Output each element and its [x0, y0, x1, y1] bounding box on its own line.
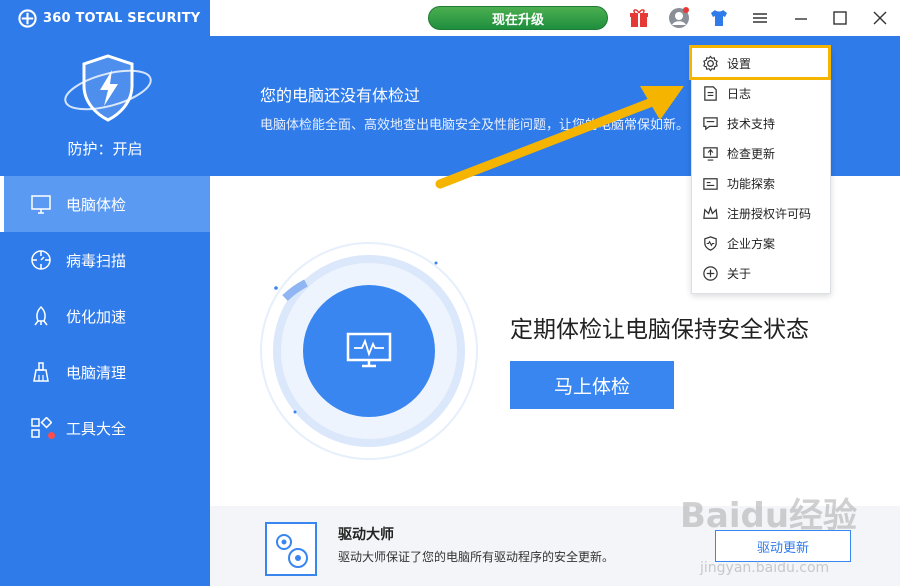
- update-icon: [703, 146, 718, 161]
- sidebar: 360 TOTAL SECURITY 防护：开启 电脑体检 病毒扫描 优化加速 …: [0, 0, 210, 586]
- banner-subtitle: 电脑体检能全面、高效地查出电脑安全及性能问题，让您的电脑常保如新。: [260, 118, 690, 133]
- settings-dropdown-menu: 设置 日志 技术支持 检查更新 功能探索 注册授权许可码 企业方案 关于: [691, 47, 831, 294]
- menu-item-enterprise[interactable]: 企业方案: [692, 228, 830, 258]
- skin-shirt-icon[interactable]: [708, 7, 730, 29]
- watermark: Baidu经验: [680, 496, 858, 536]
- driver-card-description: 驱动大师保证了您的电脑所有驱动程序的安全更新。: [338, 550, 615, 564]
- sidebar-item-tools[interactable]: 工具大全: [0, 400, 210, 456]
- notification-dot: [48, 432, 55, 439]
- crown-icon: [703, 205, 718, 219]
- user-avatar-icon[interactable]: [668, 7, 690, 29]
- support-chat-icon: [703, 116, 718, 130]
- close-icon[interactable]: [869, 7, 891, 29]
- menu-item-tech-support[interactable]: 技术支持: [692, 108, 830, 138]
- log-icon: [704, 85, 717, 101]
- shield-lightning-icon: [64, 54, 152, 122]
- enterprise-shield-icon: [704, 235, 717, 251]
- menu-item-label: 功能探索: [727, 176, 776, 191]
- checkup-headline: 定期体检让电脑保持安全状态: [510, 317, 809, 343]
- menu-item-label: 日志: [727, 86, 752, 101]
- minimize-icon[interactable]: [790, 7, 812, 29]
- start-checkup-button[interactable]: 马上体检: [510, 361, 674, 409]
- broom-icon: [33, 362, 49, 382]
- explore-icon: [703, 177, 718, 190]
- menu-item-explore-features[interactable]: 功能探索: [692, 168, 830, 198]
- highlight-box: [689, 45, 831, 80]
- sidebar-nav: 电脑体检 病毒扫描 优化加速 电脑清理 工具大全: [0, 176, 210, 456]
- app-logo-icon: [18, 8, 37, 28]
- rocket-icon: [34, 305, 48, 326]
- menu-item-log[interactable]: 日志: [692, 78, 830, 108]
- app-title: 360 TOTAL SECURITY: [43, 10, 201, 26]
- sidebar-item-virus-scan[interactable]: 病毒扫描: [0, 232, 210, 288]
- driver-card-title: 驱动大师: [338, 527, 394, 543]
- sidebar-item-label: 病毒扫描: [66, 251, 127, 270]
- sidebar-item-label: 优化加速: [66, 307, 127, 326]
- title-bar: 现在升级: [210, 0, 900, 36]
- banner-title: 您的电脑还没有体检过: [260, 86, 421, 105]
- scan-icon: [31, 250, 51, 270]
- protection-status: 防护：开启: [67, 140, 143, 158]
- menu-item-label: 关于: [727, 266, 752, 281]
- watermark-url: jingyan.baidu.com: [700, 560, 830, 576]
- menu-item-check-update[interactable]: 检查更新: [692, 138, 830, 168]
- menu-icon[interactable]: [749, 7, 771, 29]
- menu-item-label: 企业方案: [727, 236, 776, 251]
- monitor-pulse-icon: [346, 332, 392, 368]
- menu-item-label: 技术支持: [727, 116, 776, 131]
- driver-gear-icon: [265, 522, 317, 576]
- monitor-icon: [31, 195, 51, 214]
- sidebar-item-label: 工具大全: [66, 419, 127, 438]
- menu-item-license[interactable]: 注册授权许可码: [692, 198, 830, 228]
- sidebar-item-speedup[interactable]: 优化加速: [0, 288, 210, 344]
- maximize-icon[interactable]: [829, 7, 851, 29]
- menu-item-label: 检查更新: [727, 146, 776, 161]
- menu-item-label: 注册授权许可码: [727, 206, 812, 221]
- about-icon: [703, 265, 718, 281]
- app-brand: 360 TOTAL SECURITY: [18, 8, 200, 28]
- sidebar-item-pc-checkup[interactable]: 电脑体检: [0, 176, 210, 232]
- gift-icon[interactable]: [628, 7, 650, 29]
- upgrade-button[interactable]: 现在升级: [428, 6, 608, 30]
- sidebar-item-label: 电脑体检: [66, 195, 127, 214]
- sidebar-item-label: 电脑清理: [66, 363, 127, 382]
- sidebar-item-cleanup[interactable]: 电脑清理: [0, 344, 210, 400]
- menu-item-about[interactable]: 关于: [692, 258, 830, 288]
